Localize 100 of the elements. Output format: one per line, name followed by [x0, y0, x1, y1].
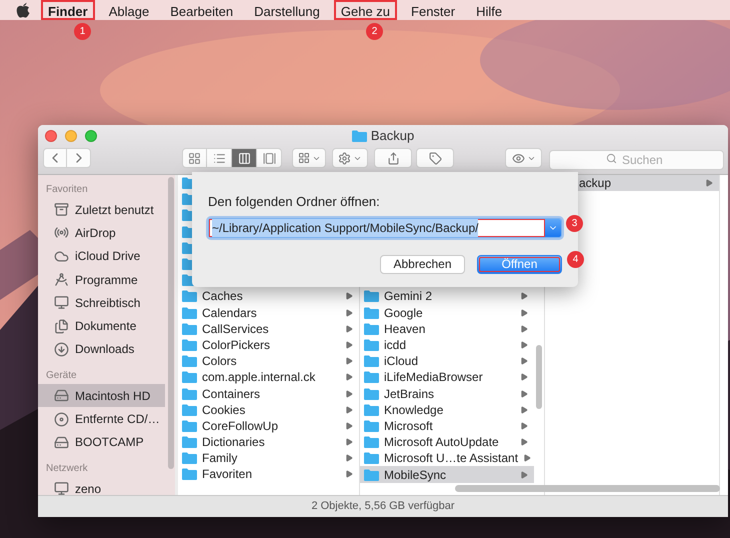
tag-icon	[428, 152, 442, 164]
view-mode-button[interactable]	[257, 148, 282, 168]
folder-icon	[182, 388, 197, 400]
folder-icon	[182, 371, 197, 384]
sidebar-item[interactable]: Macintosh HD	[38, 384, 165, 408]
dialog-prompt: Den folgenden Ordner öffnen:	[208, 193, 381, 211]
sidebar-item[interactable]: zeno	[38, 476, 165, 495]
back-button[interactable]	[43, 148, 67, 168]
menu-item[interactable]: Hilfe	[469, 0, 510, 20]
folder-icon	[182, 420, 197, 432]
action-button[interactable]	[332, 148, 368, 168]
folder-name: Microsoft AutoUpdate	[384, 434, 500, 452]
view-mode-button[interactable]	[232, 148, 257, 168]
sidebar-item[interactable]: Programme	[38, 268, 165, 292]
sidebar-label: Macintosh HD	[75, 388, 150, 405]
hard-drive-icon	[54, 388, 69, 404]
menu-item[interactable]: Bearbeiten	[163, 0, 240, 20]
folder-row[interactable]: Favoriten	[178, 466, 359, 483]
cancel-button[interactable]: Abbrechen	[380, 254, 465, 274]
folder-name: Cookies	[202, 402, 246, 419]
folder-icon	[364, 468, 379, 481]
folder-row[interactable]: Microsoft AutoUpdate	[360, 434, 534, 450]
sidebar-item[interactable]: BOOTCAMP	[38, 430, 165, 454]
sidebar-label: BOOTCAMP	[75, 434, 144, 452]
folder-row[interactable]: Cookies	[178, 402, 359, 418]
files-icon	[54, 318, 69, 334]
folder-name: MobileSync	[384, 466, 448, 484]
folder-row[interactable]: Google	[360, 304, 534, 321]
folder-name: iCloud	[384, 353, 420, 370]
eye-button[interactable]	[505, 148, 542, 168]
folder-row[interactable]: Colors	[178, 353, 359, 370]
folder-icon	[182, 452, 197, 464]
apple-logo-icon[interactable]	[16, 2, 30, 18]
folder-icon	[364, 436, 379, 448]
menu-item[interactable]: Gehe zu	[334, 0, 398, 20]
sidebar-label: Entfernte CD/…	[75, 411, 160, 428]
folder-name: ColorPickers	[202, 336, 272, 354]
folder-name: Microsoft U…te Assistant	[384, 450, 518, 468]
folder-name: Heaven	[384, 320, 426, 338]
sidebar-item[interactable]: iCloud Drive	[38, 244, 165, 268]
folder-name: CoreFollowUp	[202, 418, 280, 435]
sidebar-item[interactable]: Dokumente	[38, 314, 165, 338]
sidebar-item[interactable]: AirDrop	[38, 221, 165, 245]
close-button[interactable]	[45, 130, 57, 142]
folder-name: Colors	[202, 353, 238, 370]
share-button[interactable]	[374, 148, 412, 168]
menu-item[interactable]: Fenster	[404, 0, 462, 20]
folder-name: Microsoft	[384, 418, 434, 435]
folder-row[interactable]: iCloud	[360, 353, 534, 370]
folder-row[interactable]: Family	[178, 450, 359, 466]
folder-row[interactable]: Dictionaries	[178, 434, 359, 450]
zoom-button[interactable]	[85, 130, 97, 142]
tag-button[interactable]	[416, 148, 454, 168]
sidebar-item[interactable]: Schreibtisch	[38, 291, 165, 314]
folder-row[interactable]: Containers	[178, 385, 359, 402]
folder-name: Favoriten	[202, 466, 254, 484]
folder-row[interactable]: ColorPickers	[178, 336, 359, 354]
sidebar-item[interactable]: Zuletzt benutzt	[38, 198, 165, 222]
eye-icon	[512, 152, 524, 164]
sidebar-label: iCloud Drive	[75, 248, 140, 266]
folder-name: ackup	[579, 175, 612, 192]
folder-row[interactable]: JetBrains	[360, 386, 534, 402]
view-mode-button[interactable]	[207, 148, 232, 168]
disclosure-arrow-icon	[705, 179, 713, 188]
folder-row[interactable]: Heaven	[360, 320, 534, 337]
view-mode-button[interactable]	[182, 148, 207, 168]
menu-item[interactable]: Finder	[41, 0, 95, 20]
folder-name: iLifeMediaBrowser	[384, 369, 484, 386]
folder-icon	[364, 452, 379, 464]
folder-row[interactable]: MobileSync	[360, 466, 534, 483]
folder-name: com.apple.internal.ck	[202, 369, 316, 386]
menu-item[interactable]: Darstellung	[247, 0, 327, 20]
monitor-icon	[54, 481, 69, 495]
folder-row[interactable]: iLifeMediaBrowser	[360, 369, 534, 386]
folder-row[interactable]: Knowledge	[360, 402, 534, 418]
search-field[interactable]: Suchen	[549, 150, 724, 170]
folder-row[interactable]: Microsoft U…te Assistant	[360, 450, 534, 466]
folder-row[interactable]: Microsoft	[360, 418, 534, 434]
arrange-button[interactable]	[292, 148, 326, 168]
sidebar-item[interactable]: Entfernte CD/…	[38, 407, 165, 431]
search-icon	[606, 153, 617, 164]
folder-row[interactable]: Gemini 2	[360, 288, 534, 305]
folder-row[interactable]: CoreFollowUp	[178, 418, 359, 434]
folder-row[interactable]: Calendars	[178, 304, 359, 321]
folder-row[interactable]: com.apple.internal.ck	[178, 369, 359, 386]
folder-name: Family	[202, 450, 238, 468]
sidebar-item[interactable]: Downloads	[38, 338, 165, 362]
folder-icon	[182, 322, 197, 335]
sidebar-label: Zuletzt benutzt	[75, 202, 154, 219]
sidebar-label: Programme	[75, 272, 138, 289]
folder-icon	[364, 355, 379, 368]
menu-item[interactable]: Ablage	[102, 0, 156, 20]
forward-button[interactable]	[67, 148, 91, 168]
folder-icon	[364, 404, 379, 416]
folder-row[interactable]: Caches	[178, 288, 359, 304]
folder-row[interactable]: CallServices	[178, 320, 359, 337]
folder-row[interactable]: icdd	[360, 336, 534, 354]
path-combo-box[interactable]: ~/Library/Application Support/MobileSync/Backup/	[208, 218, 562, 238]
folder-icon	[364, 388, 379, 400]
folder-icon	[182, 404, 197, 416]
